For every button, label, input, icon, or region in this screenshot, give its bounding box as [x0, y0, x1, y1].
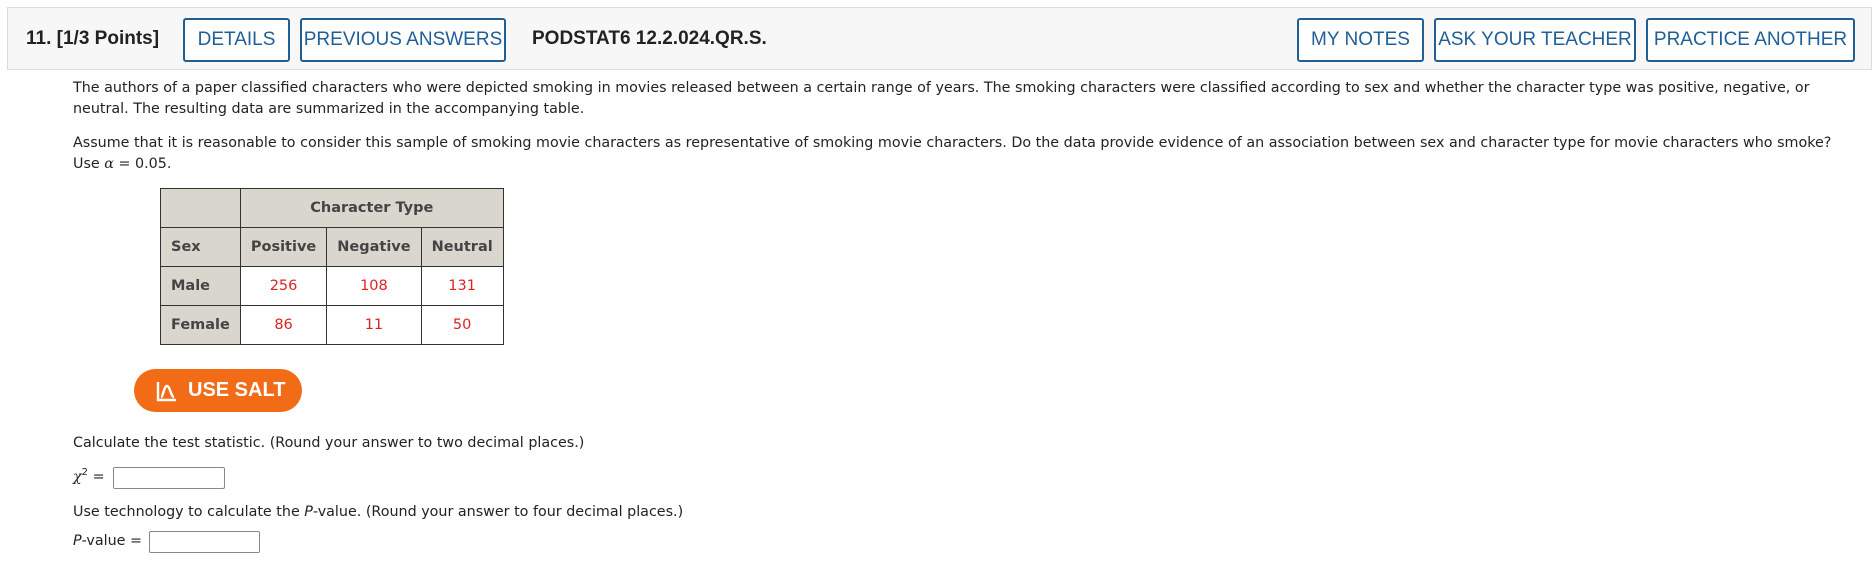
p-value-input[interactable] — [149, 531, 260, 553]
table-header-row: Character Type — [160, 188, 504, 228]
chi-symbol: χ — [73, 468, 82, 485]
question-paragraph-1: The authors of a paper classified charac… — [73, 80, 1810, 117]
use-salt-label: USE SALT — [188, 379, 286, 401]
table-column-header-row: Sex Positive Negative Neutral — [160, 227, 504, 267]
data-table: Character Type Sex Positive Negative Neu… — [160, 188, 504, 345]
salt-chart-icon — [156, 380, 178, 402]
table-cell: 86 — [239, 305, 328, 345]
table-row-header: Sex — [160, 227, 241, 267]
p-value-prompt-end: -value. (Round your answer to four decim… — [312, 504, 684, 520]
question-points: [1/3 Points] — [56, 28, 160, 49]
table-row: Female 86 11 50 — [160, 305, 504, 345]
table-cell: 108 — [326, 266, 422, 306]
table-cell: 50 — [420, 305, 504, 345]
question-paragraph-2-text: Assume that it is reasonable to consider… — [73, 135, 1832, 172]
p-value-label-p: P — [73, 533, 82, 549]
p-value-label-rest: -value = — [81, 533, 142, 549]
table-column-header: Positive — [239, 227, 328, 267]
p-value-prompt-start: Use technology to calculate the — [73, 504, 305, 520]
p-value-label: P-value = — [73, 533, 142, 549]
p-value-prompt: Use technology to calculate the P-value.… — [73, 504, 683, 520]
question-body: The authors of a paper classified charac… — [73, 78, 1853, 188]
p-value-prompt-p: P — [304, 504, 313, 520]
table-row: Male 256 108 131 — [160, 266, 504, 306]
table-cell: 11 — [326, 305, 422, 345]
table-corner-cell — [160, 188, 241, 228]
ask-your-teacher-button[interactable]: ASK YOUR TEACHER — [1434, 18, 1636, 62]
question-paragraph-2: Assume that it is reasonable to consider… — [73, 133, 1853, 175]
alpha-symbol: α — [104, 156, 114, 172]
details-button[interactable]: DETAILS — [183, 18, 290, 62]
question-number-text: 11. — [26, 28, 52, 49]
alpha-value: = 0.05. — [113, 156, 172, 172]
table-cell: 256 — [239, 266, 328, 306]
practice-another-button[interactable]: PRACTICE ANOTHER — [1646, 18, 1855, 62]
chi-equals: = — [88, 468, 105, 485]
question-header: 11. [1/3 Points] DETAILS PREVIOUS ANSWER… — [7, 7, 1872, 70]
test-statistic-prompt: Calculate the test statistic. (Round you… — [73, 435, 585, 451]
table-column-header: Neutral — [420, 227, 504, 267]
test-statistic-input[interactable] — [113, 467, 225, 489]
table-column-header: Negative — [326, 227, 422, 267]
table-group-header: Character Type — [239, 188, 504, 228]
table-row-label: Female — [160, 305, 241, 345]
question-number: 11. [1/3 Points] — [26, 28, 159, 50]
question-code: PODSTAT6 12.2.024.QR.S. — [532, 28, 767, 49]
use-salt-button[interactable]: USE SALT — [134, 369, 302, 412]
table-row-label: Male — [160, 266, 241, 306]
table-cell: 131 — [420, 266, 504, 306]
previous-answers-button[interactable]: PREVIOUS ANSWERS — [300, 18, 506, 62]
chi-square-label: χ2 = — [73, 467, 105, 485]
my-notes-button[interactable]: MY NOTES — [1297, 18, 1424, 62]
